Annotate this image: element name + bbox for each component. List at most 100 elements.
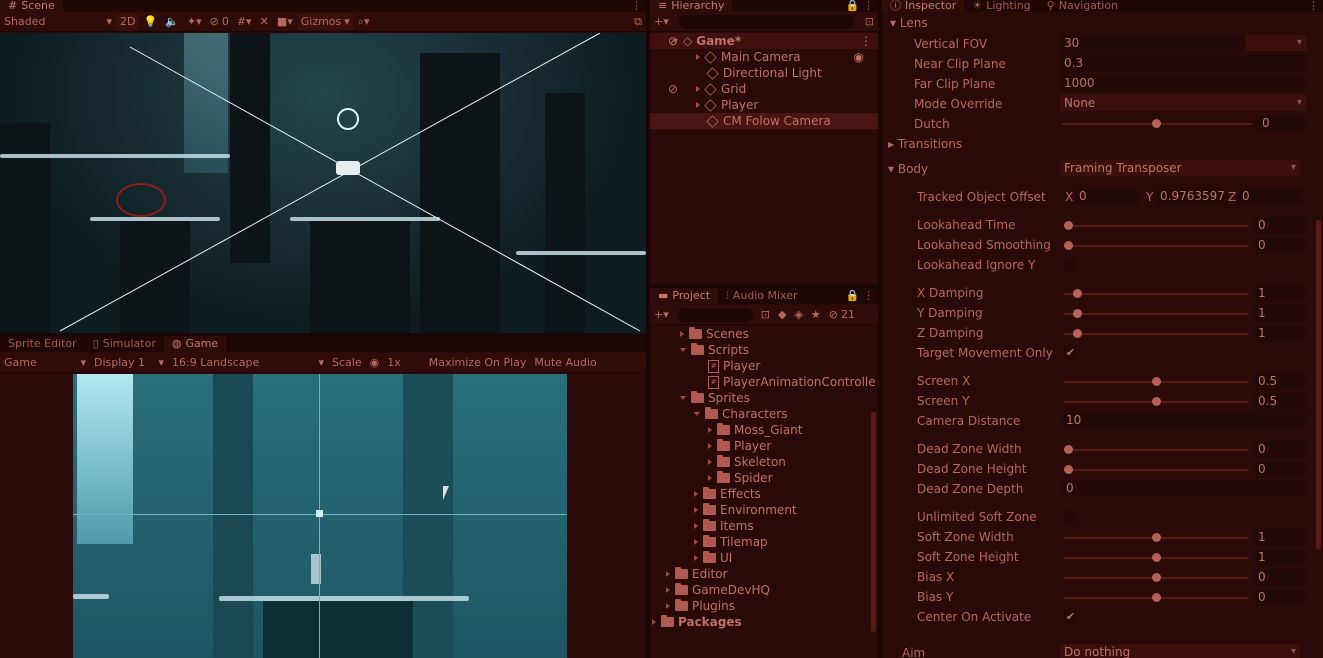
tab-scene[interactable]: # Scene (0, 0, 63, 12)
project-folder[interactable]: Characters (694, 406, 788, 422)
unlimited-soft-zone-checkbox[interactable] (1064, 510, 1077, 523)
soft-zone-width-field[interactable]: 1 (1254, 529, 1306, 546)
expand-arrow-icon[interactable] (694, 555, 698, 561)
dead-zone-depth-field[interactable]: 0 (1062, 480, 1306, 497)
camera-distance-field[interactable]: 10 (1062, 412, 1306, 429)
dead-zone-height-slider[interactable] (1064, 469, 1248, 471)
inspector-menu-icon[interactable]: ⋮ (1308, 0, 1319, 12)
maximize-icon[interactable]: ⧉ (630, 14, 646, 30)
expand-arrow-icon[interactable] (666, 571, 670, 577)
scene-menu-icon[interactable]: ⋮ (860, 34, 872, 48)
far-clip-field[interactable]: 1000 (1060, 75, 1306, 92)
hierarchy-menu-icon[interactable]: 🔒 ⋮ (846, 0, 874, 12)
dead-zone-height-field[interactable]: 0 (1254, 461, 1306, 478)
bias-x-field[interactable]: 0 (1254, 569, 1306, 586)
favorite-icon[interactable]: ★ (807, 307, 825, 323)
soft-zone-height-field[interactable]: 1 (1254, 549, 1306, 566)
screen-y-field[interactable]: 0.5 (1254, 393, 1306, 410)
fov-preset-dropdown[interactable] (1246, 35, 1306, 51)
project-script[interactable]: # Player (708, 358, 760, 374)
hierarchy-item[interactable]: ⊘ Grid (650, 81, 878, 97)
screen-x-slider-knob[interactable] (1151, 377, 1161, 386)
expand-arrow-icon[interactable] (694, 523, 698, 529)
x-damping-slider[interactable] (1064, 293, 1248, 295)
create-asset-button[interactable]: +▾ (650, 307, 673, 323)
lookahead-smoothing-field[interactable]: 0 (1254, 237, 1306, 254)
2d-toggle[interactable]: 2D (116, 13, 140, 30)
hierarchy-item[interactable]: Player (650, 97, 878, 113)
project-folder[interactable]: Moss_Giant (708, 422, 803, 438)
expand-arrow-icon[interactable] (708, 475, 712, 481)
screen-x-field[interactable]: 0.5 (1254, 373, 1306, 390)
body-dropdown[interactable]: Framing Transposer (1060, 160, 1300, 176)
center-on-activate-checkbox[interactable]: ✔ (1064, 610, 1077, 623)
scene-search-icon[interactable]: ⌕▾ (354, 14, 374, 30)
near-clip-field[interactable]: 0.3 (1060, 55, 1306, 72)
expand-arrow-icon[interactable] (708, 427, 712, 433)
bias-x-slider-knob[interactable] (1151, 573, 1161, 582)
tab-simulator[interactable]: ▯ Simulator (85, 336, 164, 352)
hierarchy-search-input[interactable] (678, 14, 855, 29)
expand-arrow-icon[interactable] (680, 396, 686, 400)
lookahead-smoothing-slider-knob[interactable] (1064, 241, 1073, 250)
search-type-icon[interactable]: ⊡ (757, 307, 774, 323)
tab-inspector[interactable]: ⓘ Inspector (882, 0, 965, 12)
grid-toggle-icon[interactable]: #▾ (233, 14, 256, 30)
game-viewport[interactable] (73, 374, 567, 658)
shading-dropdown[interactable]: Shaded ▾ (0, 14, 116, 30)
lens-header[interactable]: ▾ Lens (890, 16, 928, 30)
hierarchy-item[interactable]: Directional Light (650, 65, 878, 81)
mute-audio-toggle[interactable]: Mute Audio (530, 355, 600, 371)
scene-viewport[interactable] (0, 33, 646, 333)
project-folder[interactable]: Effects (694, 486, 761, 502)
dutch-slider-knob[interactable] (1152, 119, 1161, 128)
visibility-icon[interactable]: ⊘ (668, 34, 678, 48)
scale-slider-icon[interactable]: ◉ (366, 355, 384, 371)
project-folder[interactable]: GameDevHQ (666, 582, 770, 598)
filter-type-icon[interactable]: ◆ (774, 307, 790, 323)
hierarchy-item[interactable]: Main Camera ◉ (650, 49, 878, 65)
project-folder[interactable]: Spider (708, 470, 773, 486)
expand-arrow-icon[interactable] (652, 619, 656, 625)
hidden-packages-toggle[interactable]: ⊘ 21 (825, 307, 859, 323)
expand-arrow-icon[interactable] (680, 331, 684, 337)
project-folder[interactable]: Editor (666, 566, 728, 582)
dead-zone-width-slider[interactable] (1064, 449, 1248, 451)
expand-arrow-icon[interactable] (666, 603, 670, 609)
expand-arrow-icon[interactable] (680, 348, 686, 352)
expand-arrow-icon[interactable] (694, 507, 698, 513)
aim-dropdown[interactable]: Do nothing (1060, 644, 1300, 658)
expand-arrow-icon[interactable] (696, 86, 700, 92)
tab-audio-mixer[interactable]: ⫶ Audio Mixer (718, 288, 806, 304)
project-folder[interactable]: Scripts (680, 342, 749, 358)
mode-override-dropdown[interactable]: None (1060, 95, 1306, 111)
expand-arrow-icon[interactable] (708, 459, 712, 465)
project-menu-icon[interactable]: 🔒 ⋮ (846, 288, 874, 304)
dead-zone-height-slider-knob[interactable] (1064, 465, 1073, 474)
expand-arrow-icon[interactable] (694, 539, 698, 545)
transitions-header[interactable]: ▸ Transitions (888, 137, 962, 151)
tab-sprite-editor[interactable]: Sprite Editor (0, 336, 85, 352)
offset-x-field[interactable]: 0 (1075, 188, 1139, 205)
lookahead-time-field[interactable]: 0 (1254, 217, 1306, 234)
tab-game[interactable]: ◍ Game (163, 336, 227, 352)
lighting-toggle-icon[interactable]: 💡 (139, 14, 161, 30)
expand-arrow-icon[interactable] (694, 412, 700, 416)
y-damping-field[interactable]: 1 (1254, 305, 1306, 322)
project-scrollbar[interactable] (871, 412, 876, 632)
project-folder[interactable]: Scenes (680, 326, 749, 342)
filter-label-icon[interactable]: ◈ (790, 307, 806, 323)
bias-y-field[interactable]: 0 (1254, 589, 1306, 606)
offset-z-field[interactable]: 0 (1238, 188, 1302, 205)
soft-zone-width-slider-knob[interactable] (1151, 533, 1161, 542)
project-folder[interactable]: Plugins (666, 598, 735, 614)
add-object-button[interactable]: +▾ (650, 14, 673, 30)
project-folder[interactable]: Player (708, 438, 771, 454)
z-damping-slider[interactable] (1064, 333, 1248, 335)
project-script[interactable]: # PlayerAnimationControlle (708, 374, 876, 390)
x-damping-slider-knob[interactable] (1072, 289, 1082, 298)
project-folder[interactable]: Packages (652, 614, 742, 630)
scene-root-row[interactable]: ⊘ ◇ Game* ⋮ (650, 33, 878, 49)
maximize-on-play-toggle[interactable]: Maximize On Play (425, 355, 531, 371)
bias-y-slider-knob[interactable] (1151, 593, 1161, 602)
